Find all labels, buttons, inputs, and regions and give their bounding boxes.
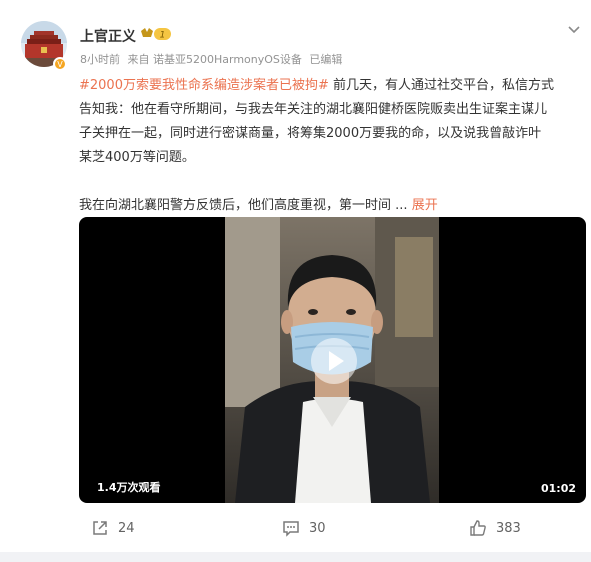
- play-button[interactable]: [311, 338, 357, 384]
- chevron-down-icon[interactable]: [567, 20, 581, 34]
- post-line-1: #2000万索要我性命系编造涉案者已被拘# 前几天，有人通过社交平台，私信方式: [79, 78, 555, 93]
- like-button[interactable]: 383: [469, 519, 521, 537]
- share-icon: [93, 521, 107, 535]
- post-body: #2000万索要我性命系编造涉案者已被拘# 前几天，有人通过社交平台，私信方式 …: [79, 74, 589, 218]
- post-line-4: 某芝400万等问题。: [79, 150, 195, 165]
- post-line-3: 子关押在一起，同时进行密谋商量，将筹集2000万要我的命，以及说我曾敲诈叶: [79, 126, 542, 141]
- post-line-2: 告知我：他在看守所期间，与我去年关注的湖北襄阳健桥医院贩卖出生证案主谋儿: [79, 102, 548, 117]
- svg-text:V: V: [57, 60, 63, 69]
- post-line-5: 我在向湖北襄阳警方反馈后，他们高度重视，第一时间 ... 展开: [79, 198, 438, 213]
- post-meta: 8小时前 来自 诺基亚5200HarmonyOS设备 已编辑: [80, 51, 346, 67]
- action-bar: 24 30 383: [0, 513, 591, 543]
- level-number: 1: [160, 31, 166, 41]
- edited-label[interactable]: 已编辑: [309, 53, 342, 66]
- video-duration: 01:02: [540, 482, 576, 495]
- post-card: V 上官正义 1 8小时前 来自 诺基亚5200HarmonyOS设备 已编辑 …: [0, 0, 591, 552]
- video-views: 1.4万次观看: [97, 481, 161, 494]
- level-icon[interactable]: 1: [138, 26, 172, 42]
- post-source: 来自 诺基亚5200HarmonyOS设备: [127, 53, 302, 66]
- ellipsis: ...: [395, 198, 408, 213]
- post-time[interactable]: 8小时前: [80, 53, 120, 66]
- comment-icon: [283, 521, 299, 537]
- comment-count: 30: [309, 520, 326, 536]
- hashtag-link[interactable]: #2000万索要我性命系编造涉案者已被拘#: [79, 78, 329, 93]
- like-icon: [470, 520, 486, 536]
- share-button[interactable]: 24: [91, 519, 135, 537]
- comment-button[interactable]: 30: [282, 519, 326, 537]
- like-count: 383: [496, 520, 521, 536]
- expand-link[interactable]: 展开: [412, 198, 438, 213]
- play-icon: [329, 351, 344, 371]
- verified-badge-icon: V: [53, 57, 67, 71]
- author-name[interactable]: 上官正义: [80, 26, 136, 46]
- video-player[interactable]: 1.4万次观看 01:02: [79, 217, 586, 503]
- share-count: 24: [118, 520, 135, 536]
